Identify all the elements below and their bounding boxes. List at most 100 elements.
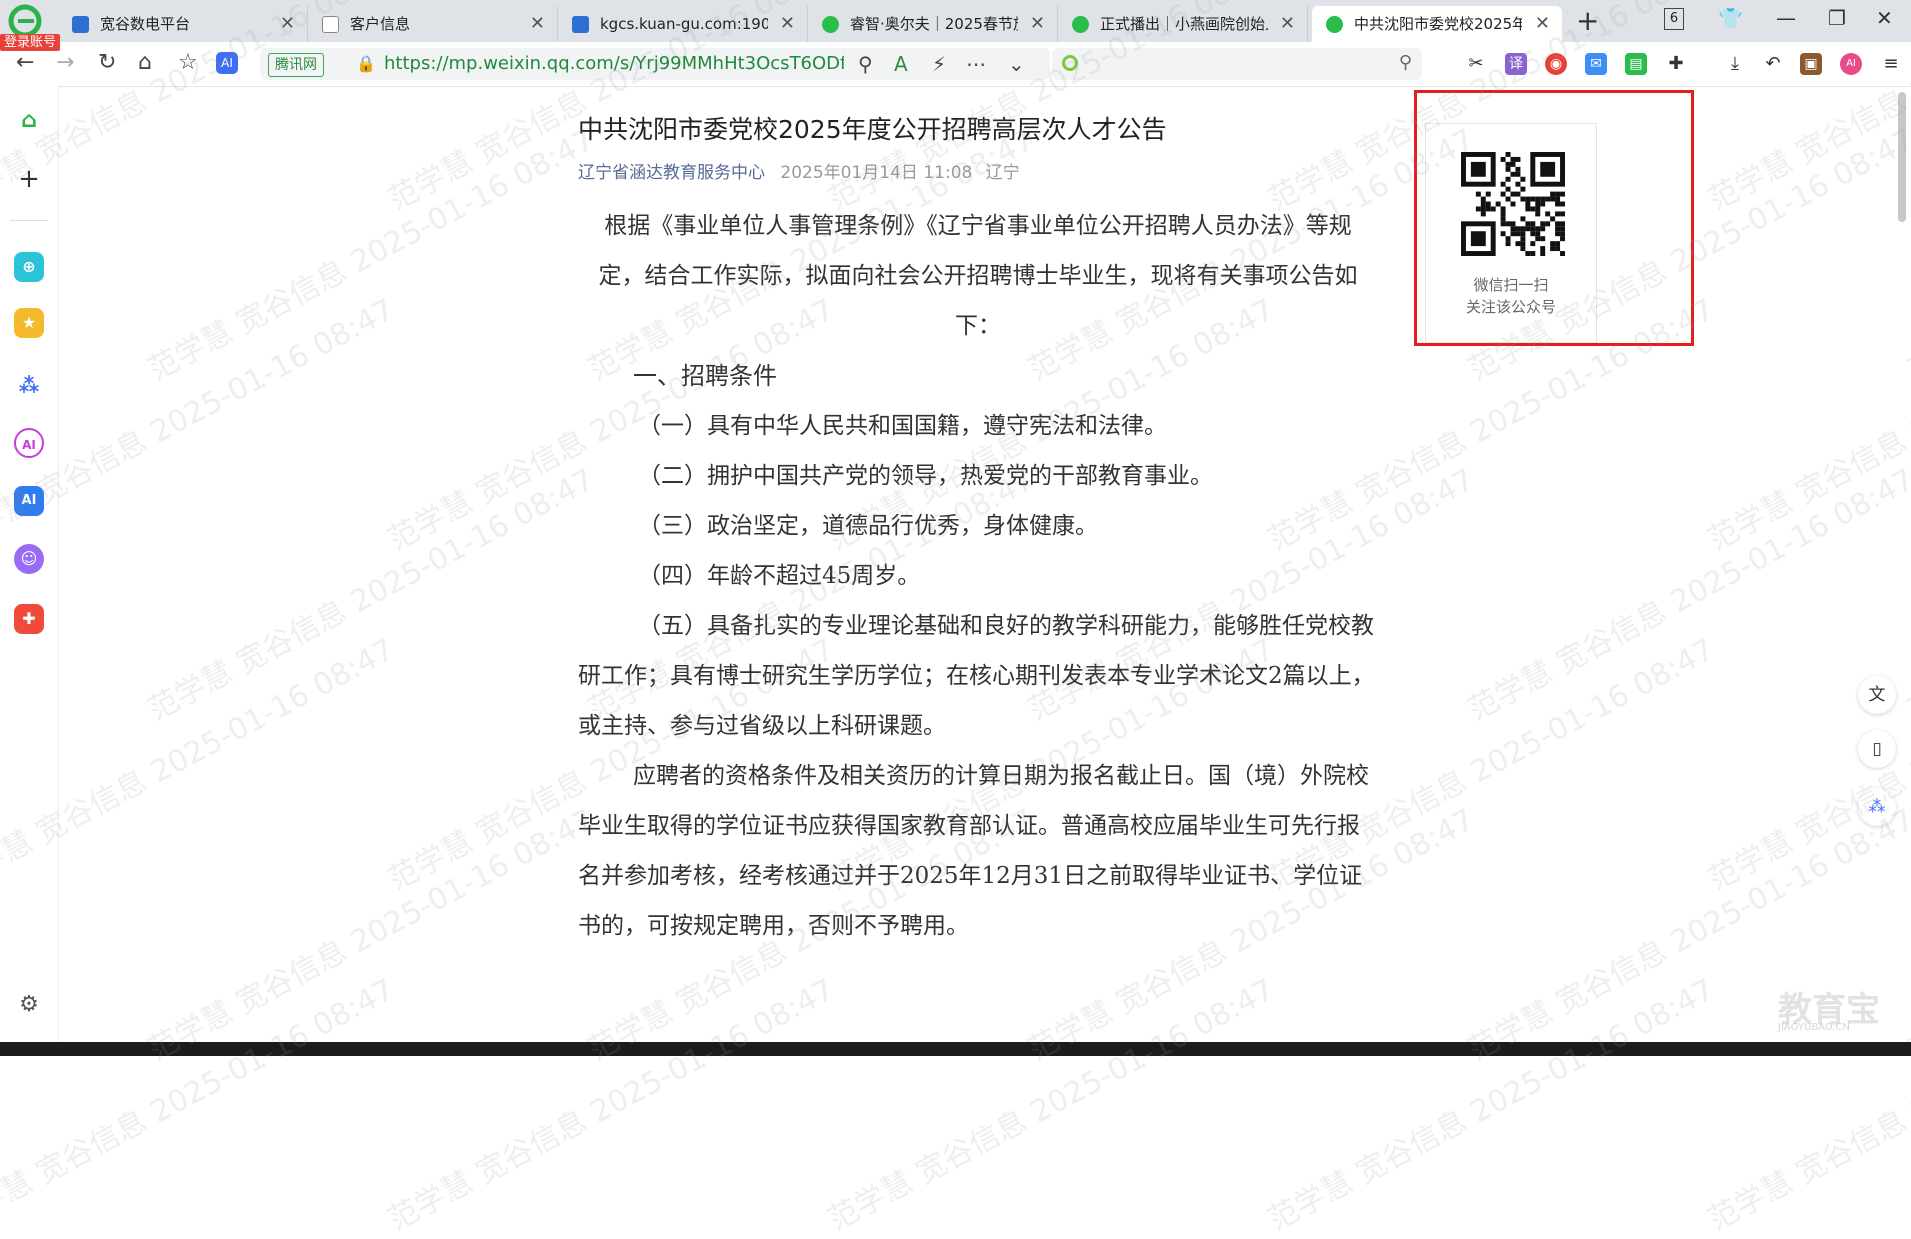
tab-kuangu-platform[interactable]: 宽谷数电平台 ✕ <box>58 6 308 42</box>
ai-chat-icon[interactable]: AI <box>14 428 44 458</box>
tab-label: 正式播出｜小燕画院创始人 <box>1100 15 1268 33</box>
app-icon[interactable]: ⊕ <box>14 252 44 282</box>
qr-caption-line: 关注该公众号 <box>1465 298 1556 316</box>
tab-label: 中共沈阳市委党校2025年度 <box>1354 15 1522 33</box>
site-verify-badge[interactable]: 腾讯网 <box>268 53 324 77</box>
page-title: 中共沈阳市委党校2025年度公开招聘高层次人才公告 <box>578 115 1167 144</box>
settings-icon[interactable]: ⚙ <box>14 990 44 1020</box>
watermark-text: 范学慧 宽谷信息 2025-01-16 08:47 <box>142 802 601 1068</box>
reading-mode-icon[interactable]: ▯ <box>1858 730 1896 768</box>
read-aloud-icon[interactable]: A <box>894 52 908 76</box>
document-icon <box>322 16 339 33</box>
tab-orff[interactable]: 睿智·奥尔夫｜2025春节放 ✕ <box>808 6 1058 42</box>
zoom-icon[interactable]: ⚲ <box>858 52 873 76</box>
translate-tool-icon[interactable]: 文 <box>1858 676 1896 714</box>
tab-customer-info[interactable]: 客户信息 ✕ <box>308 6 558 42</box>
ai-assistant-icon[interactable]: AI <box>216 52 238 74</box>
extensions-icon[interactable]: ✚ <box>1665 53 1687 75</box>
close-icon[interactable]: ✕ <box>1280 6 1295 42</box>
tab-kgcs[interactable]: kgcs.kuan-gu.com:1908 ✕ <box>558 6 808 42</box>
game-icon[interactable]: ✚ <box>14 604 44 634</box>
wechat-icon <box>822 16 839 33</box>
intro-paragraph: 根据《事业单位人事管理条例》《辽宁省事业单位公开招聘人员办法》等规定，结合工作实… <box>598 213 1358 339</box>
qr-caption-line: 微信扫一扫 <box>1473 276 1549 294</box>
login-account-badge[interactable]: 登录账号 <box>0 34 61 51</box>
address-bar[interactable]: 腾讯网 🔒 https://mp.weixin.qq.com/s/Yrj99MM… <box>260 48 1050 80</box>
left-sidebar: ⌂ + ⊕ ★ ⁂ AI AI ☺ ✚ ⚙ <box>0 86 59 1048</box>
watermark-text: 范学慧 宽谷信息 2025-01-16 08:47 <box>142 122 601 388</box>
chart-icon <box>572 16 589 33</box>
chevron-down-icon[interactable]: ⌄ <box>1008 52 1025 76</box>
more-icon[interactable]: ⋯ <box>966 52 986 76</box>
shirt-icon[interactable]: 👕 <box>1718 6 1743 30</box>
menu-icon[interactable]: ≡ <box>1880 53 1902 75</box>
close-window-icon[interactable]: ✕ <box>1876 6 1893 30</box>
article-body: 根据《事业单位人事管理条例》《辽宁省事业单位公开招聘人员办法》等规定，结合工作实… <box>578 201 1378 951</box>
lightning-icon[interactable]: ⚡ <box>932 52 946 76</box>
qr-highlight-box: 微信扫一扫 关注该公众号 <box>1414 90 1694 346</box>
watermark-text: 范学慧 宽谷信息 2025-01-16 08:47 <box>0 972 401 1238</box>
ai-extension-icon[interactable]: AI <box>1840 53 1862 75</box>
home-icon[interactable]: ⌂ <box>14 106 44 136</box>
publish-location: 辽宁 <box>985 163 1020 183</box>
browser-logo-icon[interactable] <box>8 4 42 38</box>
tab-count-badge[interactable]: 6 <box>1664 8 1684 30</box>
watermark-text: 范学慧 宽谷信息 2025-01-16 08:47 <box>142 462 601 728</box>
favorites-icon[interactable]: ☆ <box>178 50 198 75</box>
search-icon[interactable]: ⚲ <box>1399 52 1412 73</box>
restore-icon[interactable]: ❐ <box>1828 6 1846 30</box>
tab-label: 客户信息 <box>350 15 411 33</box>
tab-label: 宽谷数电平台 <box>100 15 191 33</box>
close-icon[interactable]: ✕ <box>530 6 545 42</box>
scissors-icon[interactable]: ✂ <box>1465 53 1487 75</box>
close-icon[interactable]: ✕ <box>1535 6 1550 42</box>
scrollbar[interactable] <box>1898 92 1906 222</box>
briefcase-icon[interactable]: ▣ <box>1800 53 1822 75</box>
close-icon[interactable]: ✕ <box>1030 6 1045 42</box>
network-tool-icon[interactable]: ⁂ <box>1858 788 1896 826</box>
article: 中共沈阳市委党校2025年度公开招聘高层次人才公告 辽宁省涵达教育服务中心 20… <box>578 110 1378 951</box>
close-icon[interactable]: ✕ <box>280 6 295 42</box>
new-tab-icon[interactable]: + <box>1576 4 1599 37</box>
add-icon[interactable]: + <box>14 164 44 194</box>
list-item: （三）政治坚定，道德品行优秀，身体健康。 <box>638 513 1098 539</box>
tab-strip: 登录账号 宽谷数电平台 ✕ 客户信息 ✕ kgcs.kuan-gu.com:19… <box>0 0 1911 51</box>
weibo-icon[interactable]: ◉ <box>1545 53 1567 75</box>
minimize-icon[interactable]: — <box>1776 6 1796 30</box>
robot-icon[interactable]: ☺ <box>14 544 44 574</box>
wechat-icon <box>1326 16 1343 33</box>
back-icon[interactable]: ← <box>16 50 34 75</box>
article-meta: 辽宁省涵达教育服务中心 2025年01月14日 11:08 辽宁 <box>578 158 1378 183</box>
account-link[interactable]: 辽宁省涵达教育服务中心 <box>578 163 765 183</box>
download-icon[interactable]: ⤓ <box>1724 53 1746 75</box>
watermark-text: 范学慧 宽谷信息 2025-01-16 08:47 <box>1702 292 1911 558</box>
qr-code-icon[interactable] <box>1461 152 1565 256</box>
search-box[interactable]: ⚲ <box>1052 48 1422 80</box>
lock-icon[interactable]: 🔒 <box>356 54 376 73</box>
tab-label: kgcs.kuan-gu.com:1908 <box>600 15 768 33</box>
list-item: （五）具备扎实的专业理论基础和良好的教学科研能力，能够胜任党校教研工作；具有博士… <box>578 613 1375 739</box>
qr-card: 微信扫一扫 关注该公众号 <box>1425 123 1597 343</box>
star-app-icon[interactable]: ★ <box>14 308 44 338</box>
forward-icon[interactable]: → <box>56 50 74 75</box>
undo-icon[interactable]: ↶ <box>1762 53 1784 75</box>
list-item: （二）拥护中国共产党的领导，热爱党的干部教育事业。 <box>638 463 1213 489</box>
network-icon[interactable]: ⁂ <box>14 370 44 400</box>
close-icon[interactable]: ✕ <box>780 6 795 42</box>
tab-xiaoyan[interactable]: 正式播出｜小燕画院创始人 ✕ <box>1058 6 1308 42</box>
tab-label: 睿智·奥尔夫｜2025春节放 <box>850 15 1018 33</box>
translate-icon[interactable]: 译 <box>1505 53 1527 75</box>
qr-caption: 微信扫一扫 关注该公众号 <box>1426 274 1596 318</box>
qualification-paragraph: 应聘者的资格条件及相关资历的计算日期为报名截止日。国（境）外院校毕业生取得的学位… <box>578 763 1369 939</box>
home-icon[interactable]: ⌂ <box>138 50 152 75</box>
reader-icon[interactable]: ▤ <box>1625 53 1647 75</box>
watermark-text: 范学慧 宽谷信息 2025-01-16 08:47 <box>1262 972 1721 1238</box>
ai-icon[interactable]: AI <box>14 486 44 516</box>
mail-icon[interactable]: ✉ <box>1585 53 1607 75</box>
url-text[interactable]: https://mp.weixin.qq.com/s/Yrj99MMhHt3Oc… <box>384 48 844 80</box>
reload-icon[interactable]: ↻ <box>98 50 116 75</box>
list-item: （一）具有中华人民共和国国籍，遵守宪法和法律。 <box>638 413 1167 439</box>
tab-party-school[interactable]: 中共沈阳市委党校2025年度 ✕ <box>1312 6 1562 42</box>
watermark-text: 范学慧 宽谷信息 2025-01-16 08:47 <box>1902 462 1911 728</box>
search-engine-icon[interactable] <box>1062 55 1078 71</box>
